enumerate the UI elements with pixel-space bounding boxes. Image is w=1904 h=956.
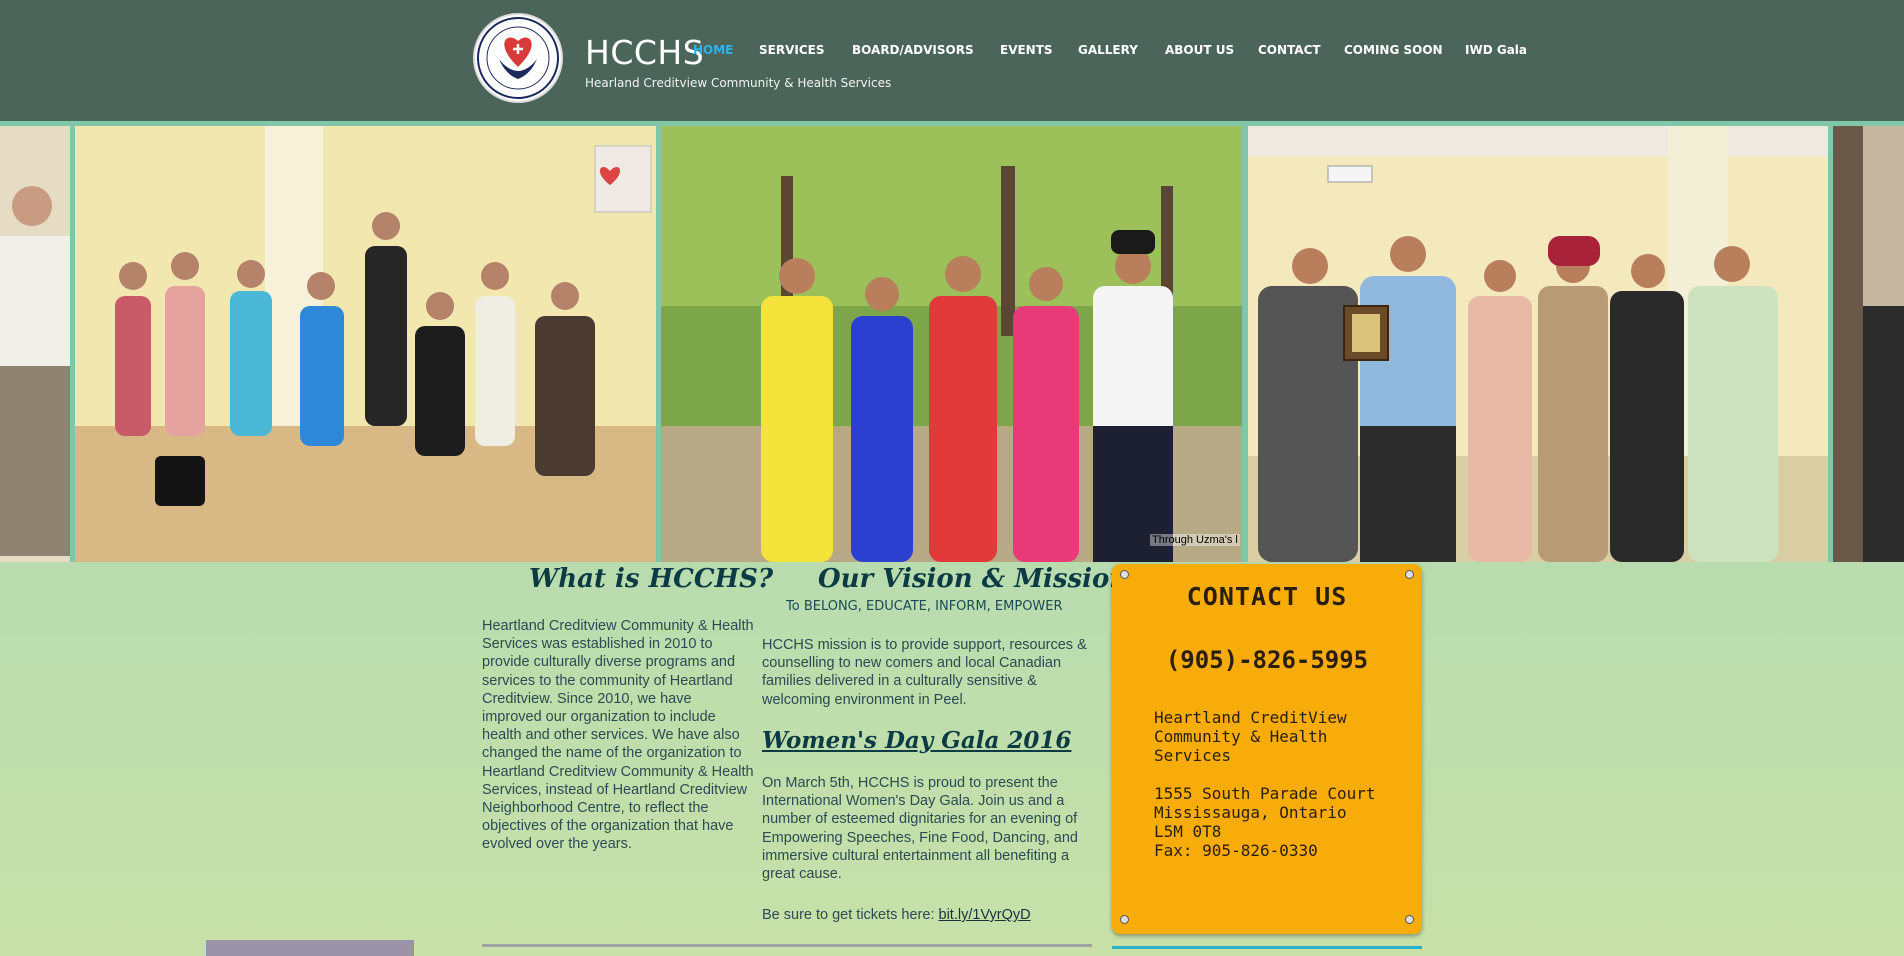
screw-icon: [1120, 570, 1129, 579]
slideshow-photo-plaque-presentation: [1248, 126, 1828, 562]
gala-tickets-link[interactable]: bit.ly/1VyrQyD: [939, 907, 1031, 923]
nav-item-about-us[interactable]: ABOUT US: [1165, 43, 1234, 57]
contact-fax-line: Fax: 905-826-0330: [1154, 841, 1318, 860]
photo-slideshow[interactable]: Through Uzma's l: [0, 126, 1904, 562]
contact-card: CONTACT US (905)-826-5995 Heartland Cred…: [1112, 564, 1422, 934]
hcchs-logo[interactable]: [473, 13, 563, 103]
contact-title: CONTACT US: [1186, 582, 1348, 611]
photo-watermark: Through Uzma's l: [1150, 534, 1240, 546]
gala-tickets: Be sure to get tickets here: bit.ly/1Vyr…: [762, 906, 1098, 924]
vision-heading: Our Vision & Mission: [818, 564, 1129, 594]
contact-address-line: Mississauga, Ontario: [1154, 803, 1347, 822]
logo-emblem-icon: [477, 17, 559, 99]
brand-name[interactable]: HCCHS: [585, 33, 704, 72]
nav-item-home[interactable]: HOME: [693, 43, 733, 57]
screw-icon: [1405, 915, 1414, 924]
gala-heading[interactable]: Women's Day Gala 2016: [762, 727, 1071, 754]
nav-item-services[interactable]: SERVICES: [759, 43, 824, 57]
contact-address-line: 1555 South Parade Court: [1154, 784, 1376, 803]
screw-icon: [1120, 915, 1129, 924]
vision-body: HCCHS mission is to provide support, res…: [762, 637, 1087, 708]
slideshow-photo-outdoor-group: [661, 126, 1242, 562]
contact-org-line: Community & Health: [1154, 727, 1328, 746]
site-header: HCCHS Hearland Creditview Community & He…: [0, 0, 1904, 126]
footer-image-partial: [206, 940, 414, 956]
gala-tickets-prefix: Be sure to get tickets here:: [762, 907, 939, 923]
contact-divider: [1112, 946, 1422, 949]
section-divider: [482, 944, 1092, 947]
about-heading: What is HCCHS?: [529, 564, 774, 594]
slideshow-photo-partial-left: [0, 126, 70, 562]
contact-org-line: Heartland CreditView: [1154, 708, 1347, 727]
contact-phone[interactable]: (905)-826-5995: [1112, 646, 1422, 674]
slideshow-photo-audience: [75, 126, 656, 562]
brand-tagline: Hearland Creditview Community & Health S…: [585, 76, 892, 90]
nav-item-contact[interactable]: CONTACT: [1258, 43, 1321, 57]
contact-details: Heartland CreditView Community & Health Se…: [1154, 708, 1376, 860]
contact-org-line: Services: [1154, 746, 1232, 765]
nav-item-iwd-gala[interactable]: IWD Gala: [1465, 43, 1527, 57]
about-body: Heartland Creditview Community & Health …: [482, 618, 754, 853]
nav-item-gallery[interactable]: GALLERY: [1078, 43, 1138, 57]
nav-item-coming-soon[interactable]: COMING SOON: [1344, 43, 1443, 57]
screw-icon: [1405, 570, 1414, 579]
nav-item-events[interactable]: EVENTS: [1000, 43, 1053, 57]
contact-address-line: L5M 0T8: [1154, 822, 1222, 841]
vision-subheading: To BELONG, EDUCATE, INFORM, EMPOWER: [786, 599, 1063, 614]
gala-body: On March 5th, HCCHS is proud to present …: [762, 775, 1078, 883]
slideshow-photo-partial-right: [1833, 126, 1904, 562]
nav-item-board-advisors[interactable]: BOARD/ADVISORS: [852, 43, 974, 57]
